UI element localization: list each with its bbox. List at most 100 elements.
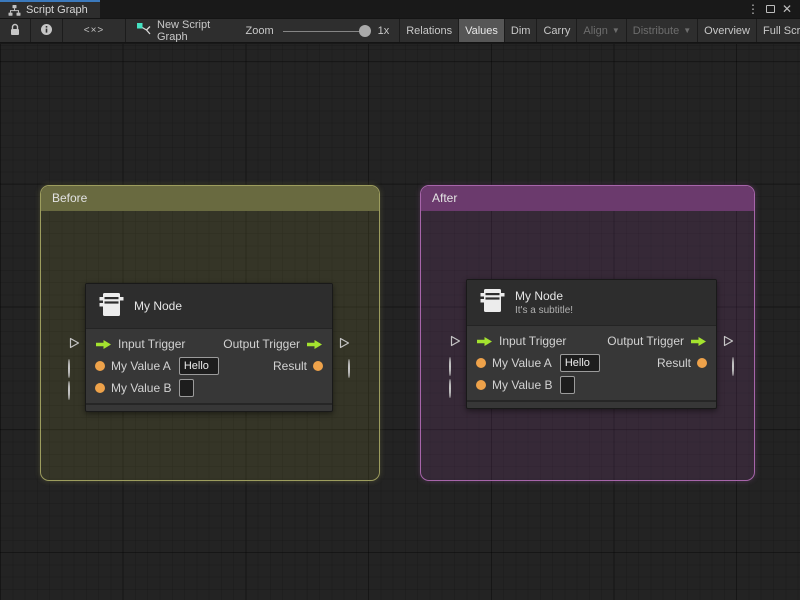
align-dropdown[interactable]: Align ▼ [577, 19, 627, 42]
graph-canvas[interactable]: Before After My Node Input Trigger Outpu… [0, 44, 800, 600]
group-before-header[interactable]: Before [41, 186, 379, 211]
values-label: Values [465, 24, 498, 37]
zoom-slider-handle[interactable] [358, 24, 371, 37]
node-after-header: My Node It's a subtitle! [467, 280, 716, 326]
tab-script-graph[interactable]: Script Graph [0, 0, 100, 18]
full-screen-label: Full Screen [763, 24, 800, 37]
trigger-row: Input Trigger Output Trigger [86, 333, 332, 355]
overview-button[interactable]: Overview [698, 19, 757, 42]
value-a-input[interactable] [178, 357, 219, 375]
value-b-port[interactable] [68, 381, 70, 400]
relations-label: Relations [406, 24, 453, 37]
lock-button[interactable] [0, 19, 31, 42]
group-after-label: After [432, 191, 458, 205]
relations-button[interactable]: Relations [400, 19, 460, 42]
node-before-wrapper: My Node Input Trigger Output Trigger My … [68, 283, 350, 412]
kebab-menu-icon[interactable]: ⋮ [747, 0, 759, 18]
value-a-row: My Value A Result [86, 355, 332, 377]
graph-toolbar: <×> New Script Graph Zoom 1x Relations V… [0, 18, 800, 43]
node-before[interactable]: My Node Input Trigger Output Trigger My … [85, 283, 333, 412]
close-icon[interactable]: ✕ [782, 0, 792, 18]
result-label: Result [272, 359, 307, 373]
carry-label: Carry [543, 24, 571, 37]
zoom-slider[interactable] [282, 24, 371, 37]
tab-bar: Script Graph ⋮ ✕ [0, 0, 800, 18]
value-a-port[interactable] [449, 357, 451, 376]
trigger-out-port[interactable] [722, 335, 734, 347]
info-icon [40, 23, 53, 39]
unit-icon [477, 285, 507, 320]
trigger-in-icon[interactable] [476, 336, 493, 347]
overview-label: Overview [704, 24, 750, 37]
graph-breadcrumb[interactable]: New Script Graph [157, 19, 239, 42]
group-after-header[interactable]: After [421, 186, 754, 211]
chevron-down-icon: ▼ [683, 26, 692, 35]
trigger-out-port[interactable] [338, 337, 350, 349]
zoom-label: Zoom [245, 24, 274, 37]
value-b-port[interactable] [449, 379, 451, 398]
value-a-label: My Value A [111, 359, 171, 373]
node-after[interactable]: My Node It's a subtitle! Input Trigger O… [466, 279, 717, 409]
chevron-down-icon: ▼ [611, 26, 620, 35]
dim-label: Dim [510, 24, 531, 37]
trigger-in-icon[interactable] [95, 339, 112, 350]
dim-button[interactable]: Dim [504, 19, 538, 42]
code-preview-button[interactable]: <×> [63, 19, 126, 42]
carry-button[interactable]: Carry [537, 19, 578, 42]
node-before-header: My Node [86, 284, 332, 329]
node-subtitle: It's a subtitle! [515, 305, 574, 316]
distribute-label: Distribute [632, 24, 680, 37]
distribute-dropdown[interactable]: Distribute ▼ [626, 19, 699, 42]
zoom-slider-track [282, 30, 363, 32]
input-trigger-label: Input Trigger [118, 337, 186, 351]
value-b-row: My Value B [86, 377, 332, 399]
value-in-icon[interactable] [95, 361, 105, 371]
trigger-row: Input Trigger Output Trigger [467, 330, 716, 352]
zoom-control: Zoom 1x [245, 24, 390, 37]
trigger-out-icon[interactable] [306, 339, 323, 350]
script-graph-window: Script Graph ⋮ ✕ <×> New Script Graph Zo… [0, 0, 800, 600]
node-title: My Node [515, 289, 564, 303]
trigger-in-port[interactable] [68, 337, 80, 349]
value-b-label: My Value B [492, 378, 553, 392]
tab-label: Script Graph [26, 4, 88, 16]
node-before-body: Input Trigger Output Trigger My Value A … [86, 329, 332, 403]
value-a-label: My Value A [492, 356, 552, 370]
trigger-out-icon[interactable] [690, 336, 707, 347]
trigger-in-port[interactable] [449, 335, 461, 347]
group-before-label: Before [52, 191, 88, 205]
maximize-icon[interactable] [765, 5, 775, 13]
values-button[interactable]: Values [459, 19, 505, 42]
value-in-icon[interactable] [476, 380, 486, 390]
value-a-input[interactable] [559, 354, 600, 372]
value-out-icon[interactable] [697, 358, 707, 368]
node-after-wrapper: My Node It's a subtitle! Input Trigger O… [449, 279, 734, 409]
lock-icon [9, 23, 21, 39]
value-in-icon[interactable] [476, 358, 486, 368]
result-port[interactable] [348, 359, 350, 378]
value-b-input[interactable] [560, 376, 576, 394]
node-after-footer [467, 400, 716, 408]
output-trigger-label: Output Trigger [607, 334, 684, 348]
result-label: Result [656, 356, 691, 370]
value-b-input[interactable] [179, 379, 195, 397]
inspect-button[interactable] [31, 19, 63, 42]
zoom-value: 1x [377, 24, 390, 37]
value-b-label: My Value B [111, 381, 172, 395]
result-port[interactable] [732, 357, 734, 376]
value-out-icon[interactable] [313, 361, 323, 371]
value-a-port[interactable] [68, 359, 70, 378]
full-screen-button[interactable]: Full Screen [757, 19, 800, 42]
unit-icon [96, 289, 126, 324]
graph-icon [136, 22, 151, 39]
node-after-body: Input Trigger Output Trigger My Value A … [467, 326, 716, 400]
value-a-row: My Value A Result [467, 352, 716, 374]
node-before-footer [86, 403, 332, 411]
code-icon: <×> [83, 25, 105, 36]
output-trigger-label: Output Trigger [223, 337, 300, 351]
window-controls: ⋮ ✕ [747, 0, 800, 18]
input-trigger-label: Input Trigger [499, 334, 567, 348]
align-label: Align [583, 24, 608, 37]
toolbar-main-segment: New Script Graph Zoom 1x [126, 19, 401, 42]
value-in-icon[interactable] [95, 383, 105, 393]
